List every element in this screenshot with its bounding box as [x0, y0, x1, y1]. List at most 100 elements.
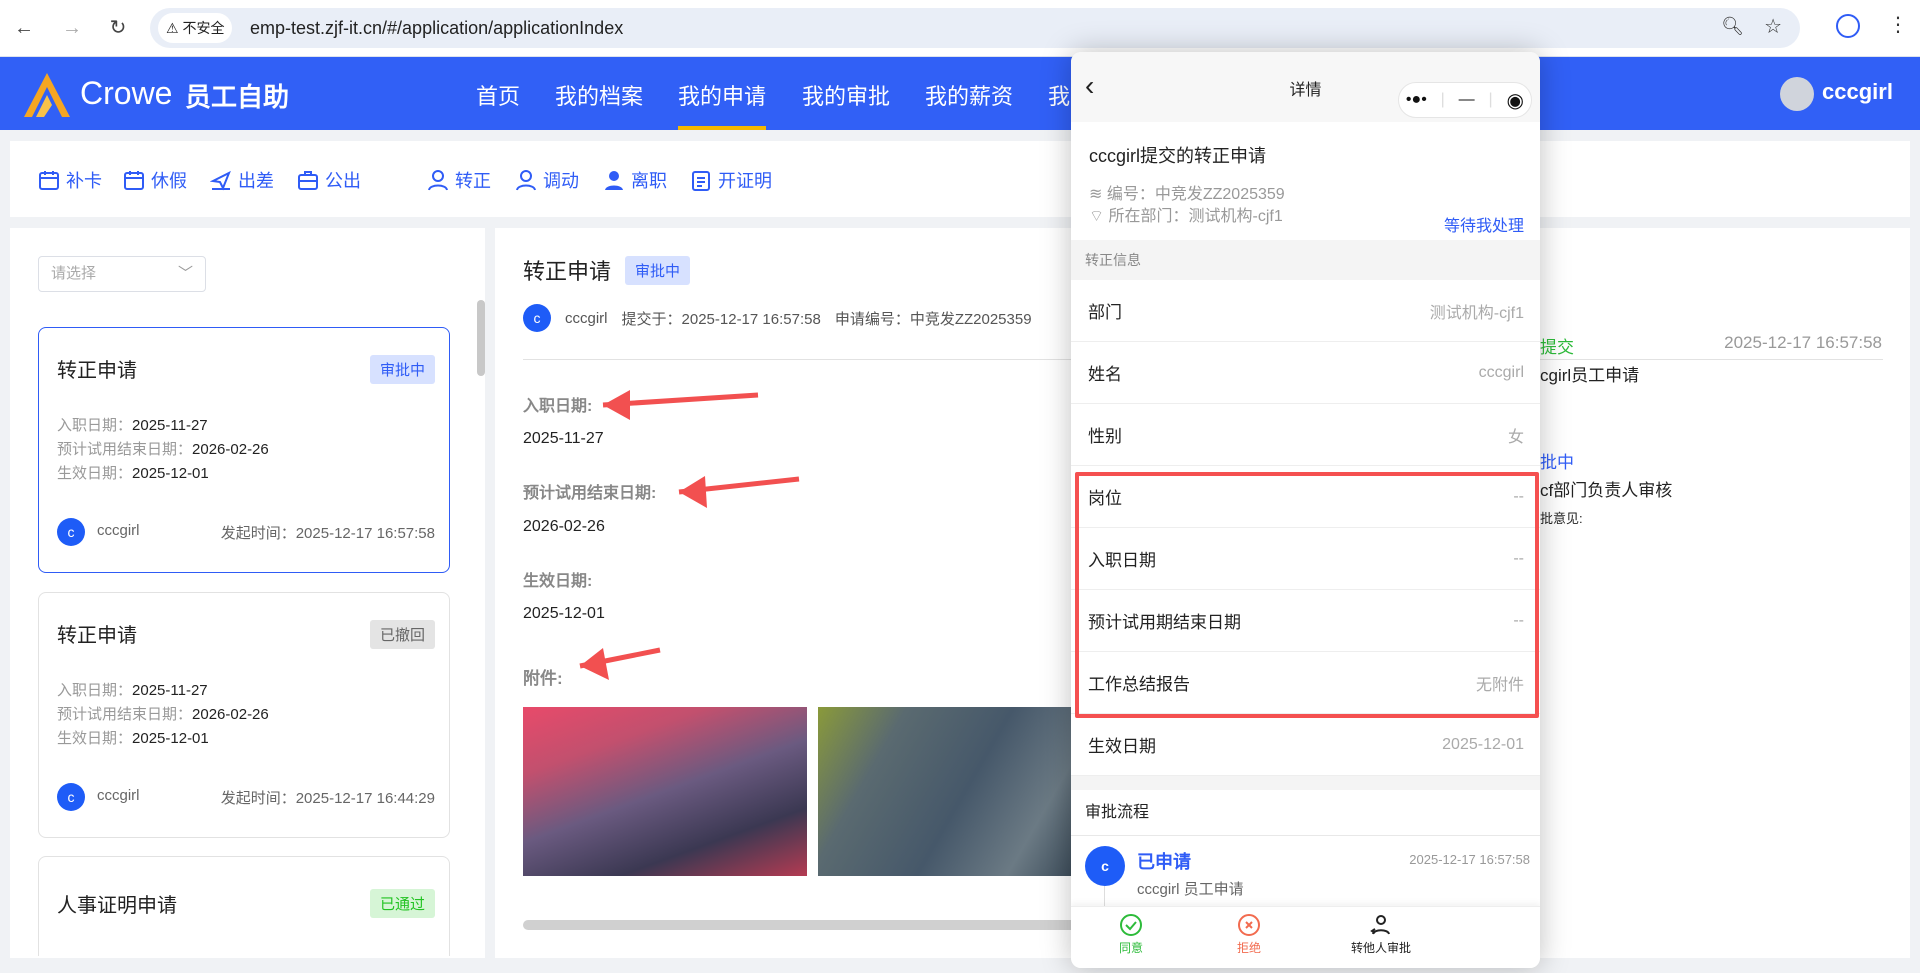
browser-toolbar: ← → ↻ ⚠ 不安全 emp-test.zjf-it.cn/#/applica… [0, 0, 1920, 57]
quick-certificate[interactable]: 开证明 [690, 167, 772, 193]
quick-label: 转正 [455, 171, 491, 191]
quick-label: 公出 [325, 171, 361, 191]
application-card[interactable]: 转正申请 审批中 入职日期：2025-11-27 预计试用结束日期：2026-0… [38, 327, 450, 573]
field-value: 2026-02-26 [192, 706, 269, 723]
user-icon [428, 170, 448, 191]
minimize-icon[interactable]: — [1459, 91, 1475, 109]
quick-regularization[interactable]: 转正 [427, 167, 491, 193]
nav-my-approvals[interactable]: 我的审批 [802, 79, 890, 130]
calendar-icon [124, 171, 144, 190]
field-label: 入职日期： [57, 417, 133, 434]
back-icon[interactable]: ← [10, 14, 38, 42]
nav-my-applications[interactable]: 我的申请 [678, 79, 767, 130]
nav-profile[interactable]: 我的档案 [555, 79, 643, 130]
application-card[interactable]: 人事证明申请 已通过 [38, 856, 450, 956]
card-field: 生效日期：2025-12-01 [57, 462, 209, 483]
status-filter-select[interactable]: 请选择 ﹀ [38, 256, 206, 292]
quick-label: 开证明 [718, 171, 772, 191]
attachment-image-cliff[interactable] [818, 707, 1078, 876]
timeline-desc: cf部门负责人审核 [1540, 481, 1673, 500]
quick-label: 出差 [238, 171, 274, 191]
field-label: 生效日期： [57, 465, 133, 482]
info-row: 生效日期 2025-12-01 [1071, 714, 1540, 776]
quick-label: 离职 [631, 171, 667, 191]
avatar: c [57, 783, 85, 811]
chevron-down-icon: ﹀ [177, 265, 193, 282]
card-field: 预计试用结束日期：2026-02-26 [57, 438, 269, 459]
row-value: 测试机构-cjf1 [1429, 304, 1524, 322]
more-icon[interactable]: •●• [1406, 91, 1427, 109]
nav-home[interactable]: 首页 [476, 79, 520, 130]
avatar: c [57, 518, 85, 546]
pending-status: 等待我处理 [1443, 218, 1524, 235]
quick-punch[interactable]: 补卡 [38, 167, 102, 193]
brand-subtitle: 员工自助 [185, 82, 290, 112]
star-icon[interactable]: ☆ [1764, 14, 1782, 39]
menu-icon[interactable]: ⋮ [1888, 12, 1908, 37]
card-time: 2025-12-17 16:57:58 [295, 525, 435, 542]
popup-dept: 所在部门：测试机构-cjf1 [1108, 208, 1283, 225]
time-label: 发起时间： [220, 525, 296, 542]
x-circle-icon [1238, 914, 1260, 936]
quick-transfer[interactable]: 调动 [515, 167, 579, 193]
quick-leave[interactable]: 休假 [123, 167, 187, 193]
transfer-button[interactable]: 转他人审批 [1311, 913, 1451, 956]
mini-app-detail-popup: ‹ 详情 •●• | — | ◉ cccgirl提交的转正申请 ≋ 编号：中竞发… [1071, 52, 1540, 968]
address-bar[interactable]: ⚠ 不安全 emp-test.zjf-it.cn/#/application/a… [150, 8, 1800, 48]
application-card[interactable]: 转正申请 已撤回 入职日期：2025-11-27 预计试用结束日期：2026-0… [38, 592, 450, 838]
list-scrollbar[interactable] [477, 300, 485, 376]
card-user: cccgirl [97, 522, 140, 539]
field-value: 2025-12-01 [132, 730, 209, 747]
reject-label: 拒绝 [1236, 941, 1261, 955]
reject-button[interactable]: 拒绝 [1179, 913, 1319, 956]
horizontal-scrollbar[interactable] [523, 920, 1083, 930]
zoom-icon[interactable]: 🔍︎ [1721, 16, 1744, 37]
top-nav: Crowe 员工自助 首页 我的档案 我的申请 我的审批 我的薪资 我 cccg… [0, 57, 1920, 130]
quick-trip[interactable]: 出差 [210, 167, 274, 193]
flow-time: 2025-12-17 16:57:58 [1409, 852, 1530, 867]
field-label: 入职日期： [57, 682, 133, 699]
user-icon [516, 170, 536, 191]
attachment-image-mountain[interactable] [523, 707, 807, 876]
transfer-label: 转他人审批 [1350, 941, 1411, 955]
forward-icon[interactable]: → [58, 14, 86, 42]
user-name[interactable]: cccgirl [1822, 79, 1893, 105]
card-title: 转正申请 [57, 360, 137, 382]
crowe-logo-icon [24, 73, 70, 117]
action-bar: 同意 拒绝 转他人审批 [1071, 906, 1540, 968]
section-header: 转正信息 [1071, 240, 1540, 280]
field-label: 预计试用结束日期： [57, 441, 193, 458]
reload-icon[interactable]: ↻ [104, 14, 132, 42]
user-transfer-icon [1370, 915, 1390, 935]
field-label: 生效日期： [57, 730, 133, 747]
row-value: cccgirl [1478, 363, 1524, 381]
url-text[interactable]: emp-test.zjf-it.cn/#/application/applica… [250, 8, 623, 48]
timeline-status: 批中 [1540, 453, 1574, 472]
row-label: 生效日期 [1088, 737, 1156, 756]
card-field: 入职日期：2025-11-27 [57, 414, 208, 435]
insecure-badge[interactable]: ⚠ 不安全 [158, 13, 233, 43]
field-value: 2025-11-27 [132, 682, 208, 699]
info-row: 部门 测试机构-cjf1 [1071, 280, 1540, 342]
quick-resign[interactable]: 离职 [603, 167, 667, 193]
timeline-opinion: 批意见: [1540, 511, 1583, 526]
quick-label: 休假 [151, 171, 187, 191]
field-value: 2025-12-01 [132, 465, 209, 482]
card-time: 2025-12-17 16:44:29 [295, 790, 435, 807]
tag-icon: ⌔ [1089, 208, 1109, 225]
user-avatar[interactable] [1780, 77, 1814, 111]
popup-subject: cccgirl提交的转正申请 [1089, 146, 1267, 166]
quick-business-out[interactable]: 公出 [297, 167, 361, 193]
nav-salary[interactable]: 我的薪资 [925, 79, 1013, 130]
plane-icon [210, 170, 231, 191]
divider [1071, 776, 1540, 790]
popup-summary: cccgirl提交的转正申请 ≋ 编号：中竞发ZZ2025359 ⌔ 所在部门：… [1071, 122, 1540, 240]
profile-icon[interactable] [1836, 14, 1860, 38]
field-label: 预计试用结束日期： [57, 706, 193, 723]
close-icon[interactable]: ◉ [1507, 88, 1524, 113]
status-badge: 审批中 [369, 355, 435, 384]
popup-number: 编号：中竞发ZZ2025359 [1106, 186, 1285, 203]
document-icon [692, 171, 710, 191]
card-user: cccgirl [97, 787, 140, 804]
nav-more[interactable]: 我 [1048, 79, 1070, 130]
